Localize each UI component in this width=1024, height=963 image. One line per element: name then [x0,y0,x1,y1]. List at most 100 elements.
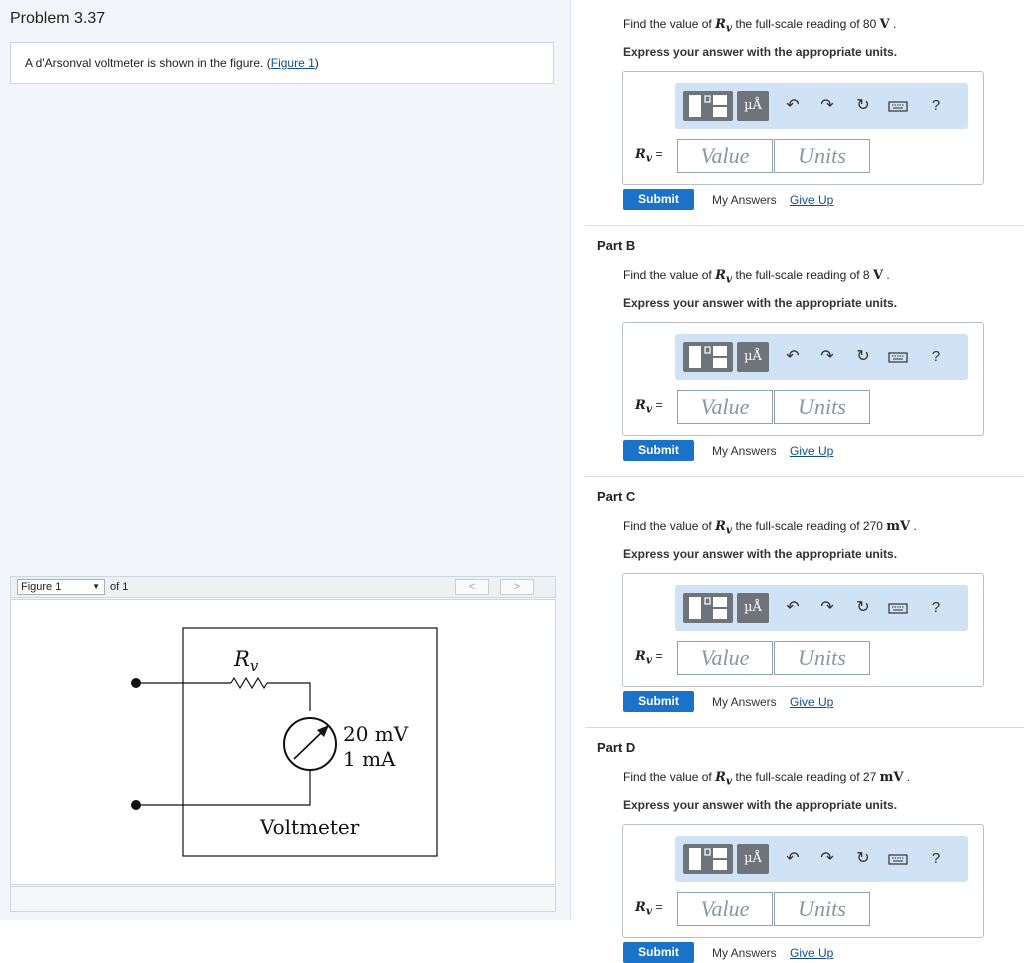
undo-icon[interactable]: ↶ [783,598,803,618]
templates-icon [689,95,727,117]
submit-button[interactable]: Submit [623,691,694,712]
part-instruction: Express your answer with the appropriate… [623,296,898,310]
help-icon[interactable]: ? [926,598,946,618]
help-icon[interactable]: ? [926,347,946,367]
part-question: Find the value of Rv the full-scale read… [623,770,911,788]
templates-icon [689,848,727,870]
rv-input-label: Rv = [635,398,663,416]
units-button[interactable]: µÅ [737,844,769,874]
value-input[interactable]: Value [677,892,773,926]
template-button[interactable] [683,342,733,372]
units-button[interactable]: µÅ [737,91,769,121]
give-up-link[interactable]: Give Up [790,695,833,709]
part-title: Part B [597,238,636,253]
part-title: Part D [597,740,636,755]
my-answers-label: My Answers [712,444,777,458]
submit-button[interactable]: Submit [623,189,694,210]
previous-figure-button[interactable]: < [455,579,489,595]
rv-variable: Rv [715,268,733,286]
undo-icon[interactable]: ↶ [783,849,803,869]
rv-variable: Rv [715,770,733,788]
answer-box: µÅ ↶ ↷ ↻ ? Rv = Value Units [622,322,984,436]
part-title: Part C [597,489,636,504]
part-instruction: Express your answer with the appropriate… [623,45,898,59]
rv-input-label: Rv = [635,147,663,165]
wire-bottom [136,770,311,806]
figure-count: of 1 [110,581,129,593]
rv-variable: Rv [715,519,733,537]
units-input[interactable]: Units [774,390,870,424]
keyboard-icon[interactable] [888,347,908,367]
answer-toolbar: µÅ ↶ ↷ ↻ ? [675,334,968,380]
template-button[interactable] [683,91,733,121]
part-title: Part A [597,0,635,2]
value-input[interactable]: Value [677,641,773,675]
help-icon[interactable]: ? [926,96,946,116]
redo-icon[interactable]: ↷ [817,598,837,618]
reading-unit: V [872,268,884,283]
part-divider [585,727,1024,728]
part-question: Find the value of Rv the full-scale read… [623,268,890,286]
units-button[interactable]: µÅ [737,593,769,623]
give-up-link[interactable]: Give Up [790,444,833,458]
problem-statement: A d'Arsonval voltmeter is shown in the f… [10,42,554,84]
submit-button[interactable]: Submit [623,440,694,461]
keyboard-icon[interactable] [888,849,908,869]
units-button[interactable]: µÅ [737,342,769,372]
value-input[interactable]: Value [677,139,773,173]
resistor-zigzag [230,676,268,690]
terminal-bottom [131,800,141,810]
give-up-link[interactable]: Give Up [790,193,833,207]
figure-toolbar: Figure 1 ▼ of 1 < > [10,576,556,598]
chevron-down-icon: ▼ [92,582,100,591]
answer-box: µÅ ↶ ↷ ↻ ? Rv = Value Units [622,573,984,687]
reset-icon[interactable]: ↻ [853,598,873,618]
reset-icon[interactable]: ↻ [853,347,873,367]
rv-input-label: Rv = [635,649,663,667]
rv-variable: Rv [715,17,733,35]
undo-icon[interactable]: ↶ [783,96,803,116]
answer-toolbar: µÅ ↶ ↷ ↻ ? [675,83,968,129]
problem-panel: Problem 3.37 A d'Arsonval voltmeter is s… [0,0,571,920]
part-divider [585,476,1024,477]
keyboard-icon[interactable] [888,96,908,116]
figure-select[interactable]: Figure 1 ▼ [17,579,105,595]
reading-value: 270 [862,519,887,533]
undo-icon[interactable]: ↶ [783,347,803,367]
value-input[interactable]: Value [677,390,773,424]
units-input[interactable]: Units [774,139,870,173]
part-instruction: Express your answer with the appropriate… [623,547,898,561]
give-up-link[interactable]: Give Up [790,946,833,960]
rv-input-label: Rv = [635,900,663,918]
next-figure-button[interactable]: > [500,579,534,595]
help-icon[interactable]: ? [926,849,946,869]
redo-icon[interactable]: ↷ [817,849,837,869]
reset-icon[interactable]: ↻ [853,849,873,869]
templates-icon [689,346,727,368]
answer-toolbar: µÅ ↶ ↷ ↻ ? [675,836,968,882]
problem-title: Problem 3.37 [10,10,106,27]
reading-value: 8 [862,268,873,282]
figure-link[interactable]: Figure 1 [271,56,315,70]
figure-footer [10,886,556,912]
reading-unit: mV [886,519,911,534]
resistor-label: Rv [233,647,259,675]
voltmeter-caption: Voltmeter [259,815,360,839]
wire-top-right [267,682,311,711]
units-input[interactable]: Units [774,892,870,926]
reset-icon[interactable]: ↻ [853,96,873,116]
units-input[interactable]: Units [774,641,870,675]
redo-icon[interactable]: ↷ [817,347,837,367]
template-button[interactable] [683,844,733,874]
figure-select-value: Figure 1 [21,581,62,593]
reading-unit: V [879,17,890,32]
keyboard-icon[interactable] [888,598,908,618]
templates-icon [689,597,727,619]
submit-button[interactable]: Submit [623,942,694,963]
statement-end: ) [314,56,319,70]
part-question: Find the value of Rv the full-scale read… [623,17,897,35]
part-divider [585,225,1024,226]
my-answers-label: My Answers [712,946,777,960]
redo-icon[interactable]: ↷ [817,96,837,116]
template-button[interactable] [683,593,733,623]
